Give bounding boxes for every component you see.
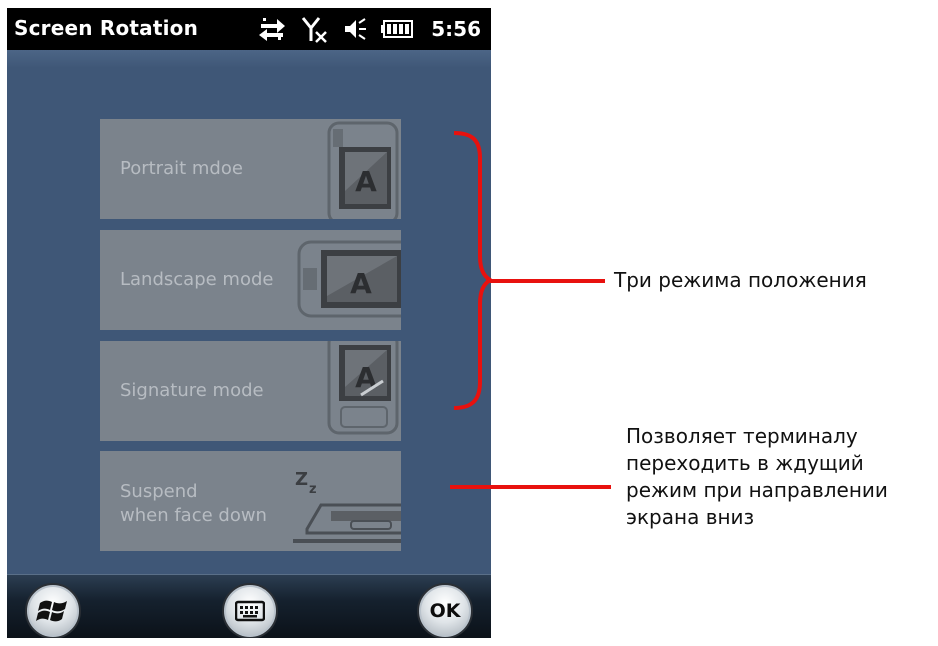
suspend-face-down-button[interactable]: Suspend when face down Z z: [100, 451, 401, 551]
suspend-annotation-line4: экрана вниз: [626, 505, 755, 529]
status-bar: Screen Rotation 5:56: [7, 8, 491, 50]
suspend-annotation-line2: переходить в ждущий: [626, 451, 864, 475]
keyboard-icon: [235, 600, 265, 622]
windows-logo-icon: [36, 600, 67, 622]
sync-arrows-icon[interactable]: [257, 16, 287, 42]
suspend-annotation-line3: режим при направлении: [626, 478, 888, 502]
portrait-mode-button[interactable]: Portrait mdoe A: [100, 119, 401, 219]
ok-button[interactable]: OK: [417, 583, 473, 638]
suspend-annotation-line1: Позволяет терминалу: [626, 424, 858, 448]
suspend-pointer-line: [450, 485, 611, 489]
suspend-label-line1: Suspend: [120, 481, 198, 502]
svg-text:z: z: [309, 482, 317, 497]
signature-mode-label: Signature mode: [120, 380, 264, 401]
device-face-down-icon: Z z: [293, 469, 401, 543]
svg-text:A: A: [350, 267, 372, 300]
ok-label: OK: [429, 600, 461, 622]
clock[interactable]: 5:56: [431, 17, 481, 41]
keyboard-button[interactable]: [222, 583, 278, 638]
suspend-annotation: Позволяет терминалу переходить в ждущий …: [626, 423, 888, 531]
device-screen: Screen Rotation 5:56 Portrait mdoe A Lan…: [7, 8, 491, 638]
device-portrait-icon: A: [327, 121, 399, 219]
bottom-softkey-bar: OK: [7, 574, 491, 638]
portrait-mode-label: Portrait mdoe: [120, 158, 243, 179]
device-landscape-icon: A: [297, 240, 401, 318]
landscape-mode-label: Landscape mode: [120, 269, 274, 290]
no-signal-icon[interactable]: [301, 15, 329, 43]
svg-text:A: A: [355, 165, 377, 198]
speaker-icon[interactable]: [343, 17, 367, 41]
suspend-label-line2: when face down: [120, 505, 267, 526]
modes-pointer-line: [486, 279, 605, 283]
header-band: [7, 50, 491, 68]
status-icons: 5:56: [257, 14, 481, 44]
device-signature-icon: A: [327, 341, 399, 435]
landscape-mode-button[interactable]: Landscape mode A: [100, 230, 401, 330]
screen-title: Screen Rotation: [14, 16, 199, 40]
three-modes-annotation: Три режима положения: [614, 268, 867, 292]
modes-bracket: [453, 131, 492, 410]
signature-mode-button[interactable]: Signature mode A: [100, 341, 401, 441]
svg-text:A: A: [355, 361, 377, 394]
battery-icon[interactable]: [381, 19, 414, 39]
start-button[interactable]: [25, 583, 81, 638]
svg-text:Z: Z: [295, 469, 308, 490]
